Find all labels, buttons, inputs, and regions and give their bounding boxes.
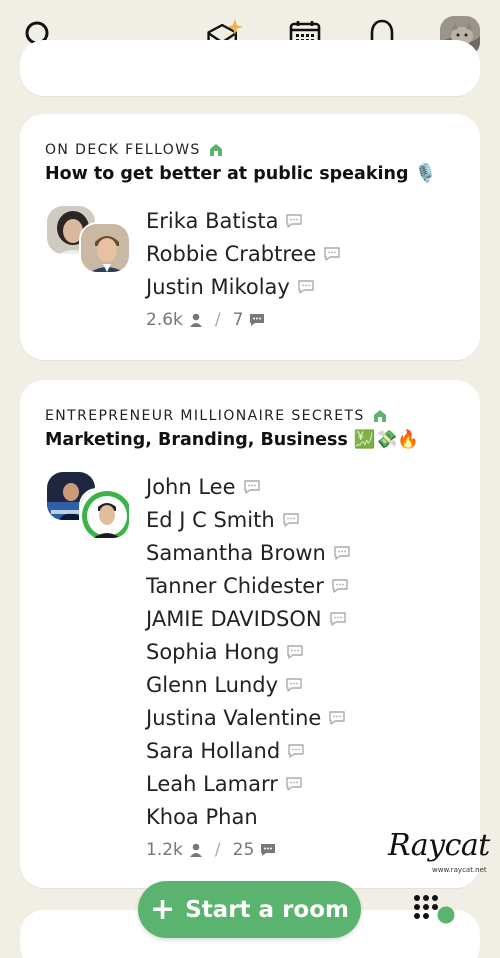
list-item[interactable]: Khoa Phan: [146, 800, 351, 833]
online-friends-grid-button[interactable]: [412, 893, 458, 927]
speaker-name: Justin Mikolay: [146, 274, 290, 299]
club-name[interactable]: ENTREPRENEUR MILLIONAIRE SECRETS: [45, 408, 387, 424]
speaker-name: Robbie Crabtree: [146, 241, 317, 266]
speech-bubble-icon: [329, 710, 346, 725]
list-item[interactable]: Robbie Crabtree: [146, 237, 341, 270]
room-stats: 1.2k / 25: [146, 840, 276, 860]
microphone-emoji: 🎙️: [414, 164, 437, 184]
speaker-name: Tanner Chidester: [146, 573, 324, 598]
watermark-text: Raycat: [388, 828, 490, 863]
plus-icon: +: [149, 891, 176, 927]
speaker-name: Khoa Phan: [146, 804, 258, 829]
start-room-label: Start a room: [185, 896, 349, 923]
room-topic-text: How to get better at public speaking: [45, 164, 409, 184]
list-item[interactable]: Sara Holland: [146, 734, 351, 767]
list-item[interactable]: Erika Batista: [146, 204, 341, 237]
speech-bubble-icon: [334, 545, 350, 560]
avatar: [79, 222, 131, 274]
list-item[interactable]: JAMIE DAVIDSON: [146, 602, 351, 635]
house-icon: [209, 144, 222, 156]
speech-bubble-icon: [329, 611, 346, 626]
speech-bubble-icon: [286, 776, 302, 791]
speech-bubble-icon: [324, 246, 341, 261]
speech-bubble-icon: [288, 743, 304, 758]
speaker-name: Justina Valentine: [146, 705, 322, 730]
speaker-avatars: [45, 470, 135, 550]
list-item[interactable]: Tanner Chidester: [146, 569, 351, 602]
house-icon: [373, 410, 386, 422]
speaker-name: Leah Lamarr: [146, 771, 278, 796]
room-topic-text: Marketing, Branding, Business: [45, 430, 348, 450]
speech-bubble-icon: [287, 644, 304, 659]
speech-bubble-icon: [282, 512, 299, 527]
list-item[interactable]: Glenn Lundy: [146, 668, 351, 701]
club-name-text: ENTREPRENEUR MILLIONAIRE SECRETS: [45, 408, 365, 424]
list-item[interactable]: Ed J C Smith: [146, 503, 351, 536]
stats-separator: /: [214, 310, 221, 330]
person-icon: [189, 313, 202, 327]
speech-bubble-icon: [243, 479, 260, 494]
speaker-avatars: [45, 204, 135, 284]
club-name-text: ON DECK FELLOWS: [45, 142, 201, 158]
room-stats: 2.6k / 7: [146, 310, 265, 330]
speech-bubble-icon: [298, 279, 314, 294]
list-item[interactable]: Justin Mikolay: [146, 270, 341, 303]
chat-bubble-icon: [250, 314, 265, 326]
list-item[interactable]: John Lee: [146, 470, 351, 503]
speaker-name: Samantha Brown: [146, 540, 326, 565]
speech-bubble-icon: [286, 213, 303, 228]
room-topic: How to get better at public speaking 🎙️: [45, 164, 436, 184]
avatar: [79, 488, 131, 540]
speaker-name: Ed J C Smith: [146, 507, 275, 532]
room-card-previous[interactable]: [20, 40, 480, 96]
person-icon: [189, 843, 202, 857]
list-item[interactable]: Sophia Hong: [146, 635, 351, 668]
watermark-url: www.raycat.net: [432, 866, 487, 874]
list-item[interactable]: Justina Valentine: [146, 701, 351, 734]
room-topic: Marketing, Branding, Business 💹💸🔥: [45, 430, 419, 450]
stats-separator: /: [214, 840, 221, 860]
speaker-name: Sophia Hong: [146, 639, 280, 664]
speaker-name: JAMIE DAVIDSON: [146, 606, 322, 631]
room-card[interactable]: ON DECK FELLOWS How to get better at pub…: [20, 114, 480, 360]
speaker-name: John Lee: [146, 474, 236, 499]
listener-count: 2.6k: [146, 310, 183, 330]
listener-count: 1.2k: [146, 840, 183, 860]
speech-bubble-icon: [332, 578, 348, 593]
watermark-logo: Raycat www.raycat.net: [388, 828, 494, 878]
start-room-button[interactable]: + Start a room: [138, 881, 361, 938]
chat-count: 25: [232, 840, 255, 860]
speaker-list: John Lee Ed J C Smith Samantha Brown Tan…: [146, 470, 351, 833]
speech-bubble-icon: [286, 677, 302, 692]
speaker-name: Glenn Lundy: [146, 672, 279, 697]
topic-emoji: 💹💸🔥: [353, 430, 420, 450]
list-item[interactable]: Leah Lamarr: [146, 767, 351, 800]
dot-grid-icon: [414, 895, 455, 924]
speaker-list: Erika Batista Robbie Crabtree Justin Mik…: [146, 204, 341, 303]
club-name[interactable]: ON DECK FELLOWS: [45, 142, 223, 158]
list-item[interactable]: Samantha Brown: [146, 536, 351, 569]
room-card[interactable]: ENTREPRENEUR MILLIONAIRE SECRETS Marketi…: [20, 380, 480, 888]
speaker-name: Sara Holland: [146, 738, 281, 763]
chat-bubble-icon: [261, 844, 276, 856]
chat-count: 7: [232, 310, 244, 330]
speaker-name: Erika Batista: [146, 208, 279, 233]
